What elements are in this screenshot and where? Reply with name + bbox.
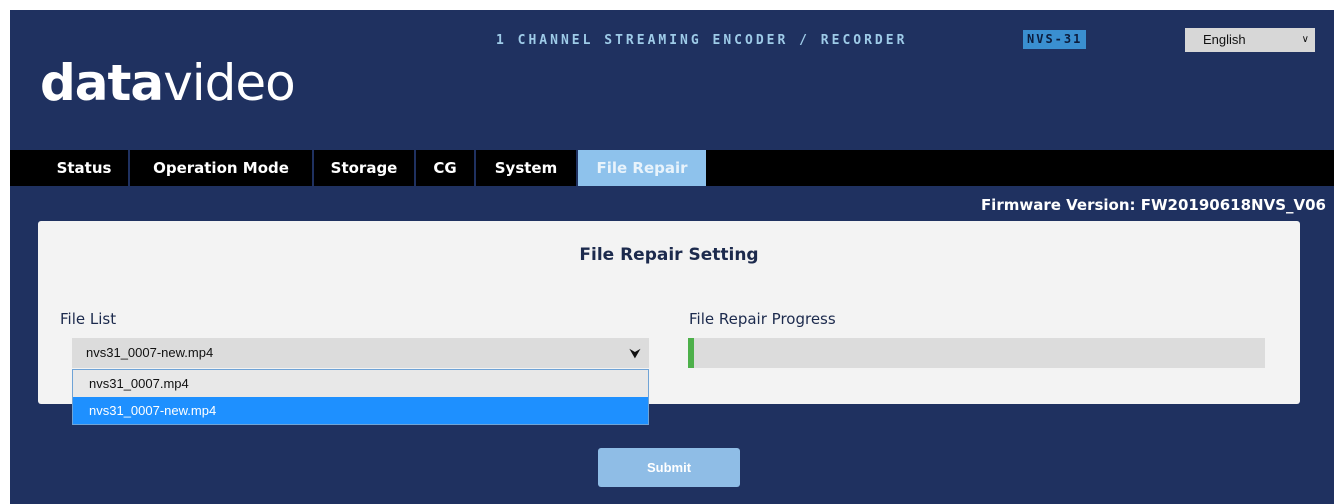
progress-fill bbox=[688, 338, 694, 368]
datavideo-logo: datavideo bbox=[40, 54, 296, 112]
file-list-select[interactable]: nvs31_0007-new.mp4 ⮟ bbox=[72, 338, 649, 368]
language-select[interactable]: English ∨ bbox=[1185, 28, 1315, 52]
submit-button[interactable]: Submit bbox=[598, 448, 740, 487]
progress-label: File Repair Progress bbox=[689, 310, 836, 328]
chevron-down-icon: ∨ bbox=[1301, 34, 1309, 45]
model-badge: NVS-31 bbox=[1023, 30, 1087, 49]
firmware-version: Firmware Version: FW20190618NVS_V06 bbox=[980, 196, 1326, 214]
tab-status[interactable]: Status bbox=[40, 150, 128, 186]
tab-operation-mode[interactable]: Operation Mode bbox=[130, 150, 312, 186]
tab-system[interactable]: System bbox=[476, 150, 576, 186]
app-window: datavideo 1 CHANNEL STREAMING ENCODER / … bbox=[10, 10, 1334, 504]
language-value: English bbox=[1203, 32, 1246, 47]
tab-storage[interactable]: Storage bbox=[314, 150, 414, 186]
file-select-value: nvs31_0007-new.mp4 bbox=[86, 345, 214, 360]
file-list-label: File List bbox=[60, 310, 117, 328]
chevron-down-icon: ⮟ bbox=[629, 345, 641, 361]
panel-title: File Repair Setting bbox=[579, 245, 759, 265]
file-option[interactable]: nvs31_0007.mp4 bbox=[73, 370, 648, 397]
tab-cg[interactable]: CG bbox=[416, 150, 474, 186]
repair-progress-bar bbox=[688, 338, 1265, 368]
file-option-selected[interactable]: nvs31_0007-new.mp4 bbox=[73, 397, 648, 424]
file-dropdown-list: nvs31_0007.mp4 nvs31_0007-new.mp4 bbox=[72, 369, 649, 425]
tab-file-repair[interactable]: File Repair bbox=[578, 150, 706, 186]
main-nav: Status Operation Mode Storage CG System … bbox=[10, 150, 1334, 186]
product-title: 1 CHANNEL STREAMING ENCODER / RECORDER bbox=[496, 33, 908, 48]
